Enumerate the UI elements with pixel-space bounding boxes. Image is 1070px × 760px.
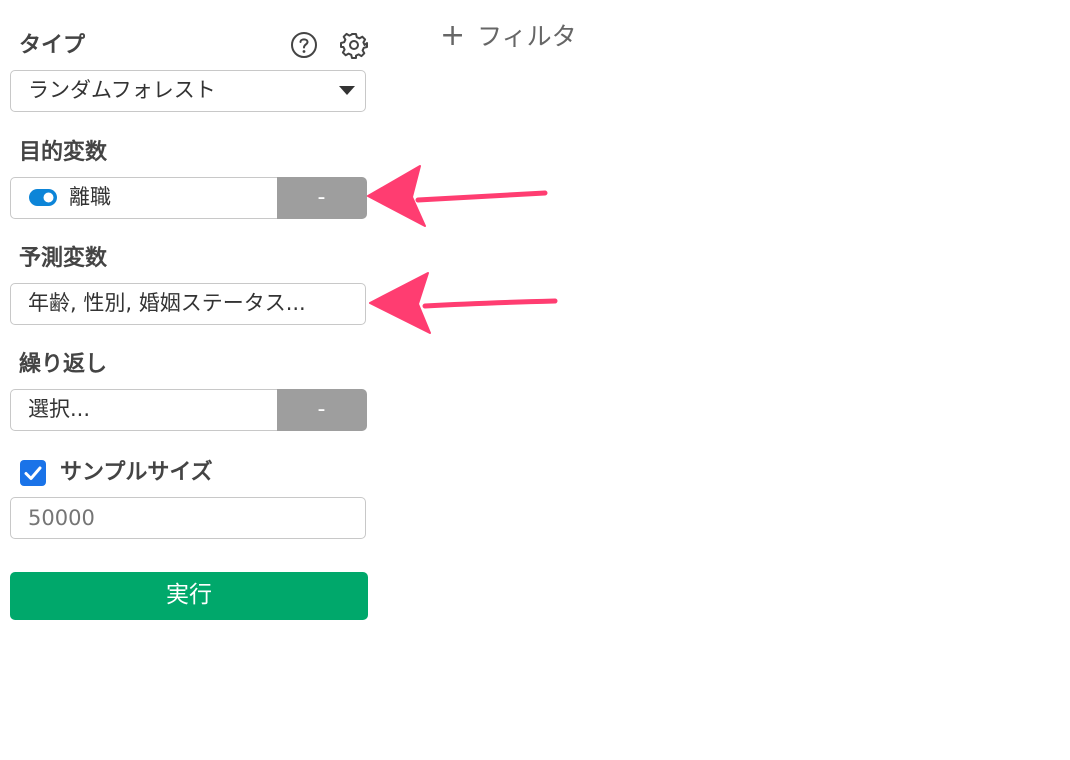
- toggle-on-icon[interactable]: [29, 189, 57, 206]
- repeat-field[interactable]: 選択... -: [10, 388, 367, 431]
- type-dropdown-value: ランダムフォレスト: [28, 78, 216, 102]
- repeat-label: 繰り返し: [19, 352, 108, 377]
- target-variable-label: 目的変数: [19, 140, 108, 165]
- caret-down-icon: [339, 86, 355, 95]
- annotation-arrow-predictors: [369, 272, 558, 334]
- repeat-button[interactable]: -: [276, 388, 367, 431]
- sample-size-label: サンプルサイズ: [60, 460, 213, 485]
- predictor-variables-value: 年齢, 性別, 婚姻ステータス...: [28, 291, 306, 315]
- predictor-variables-field[interactable]: 年齢, 性別, 婚姻ステータス...: [10, 283, 366, 325]
- annotation-arrows: [367, 165, 558, 334]
- plus-icon: +: [440, 18, 466, 53]
- run-button[interactable]: 実行: [10, 572, 368, 620]
- type-dropdown[interactable]: ランダムフォレスト: [10, 70, 366, 112]
- target-variable-value: 離職: [69, 185, 111, 209]
- target-variable-field[interactable]: 離職 -: [10, 176, 367, 219]
- checkmark-icon: [24, 466, 42, 480]
- filter-label: フィルタ: [477, 22, 577, 51]
- repeat-placeholder: 選択...: [28, 397, 91, 421]
- target-variable-button[interactable]: -: [276, 176, 367, 219]
- sample-size-input[interactable]: [10, 497, 366, 539]
- add-filter-button[interactable]: + フィルタ: [440, 20, 577, 52]
- type-label: タイプ: [19, 33, 86, 58]
- gear-icon[interactable]: [340, 31, 368, 59]
- annotation-arrow-target: [367, 165, 548, 227]
- help-circle-icon[interactable]: [290, 31, 318, 59]
- sample-size-checkbox[interactable]: [20, 460, 46, 486]
- predictor-variables-label: 予測変数: [19, 246, 108, 271]
